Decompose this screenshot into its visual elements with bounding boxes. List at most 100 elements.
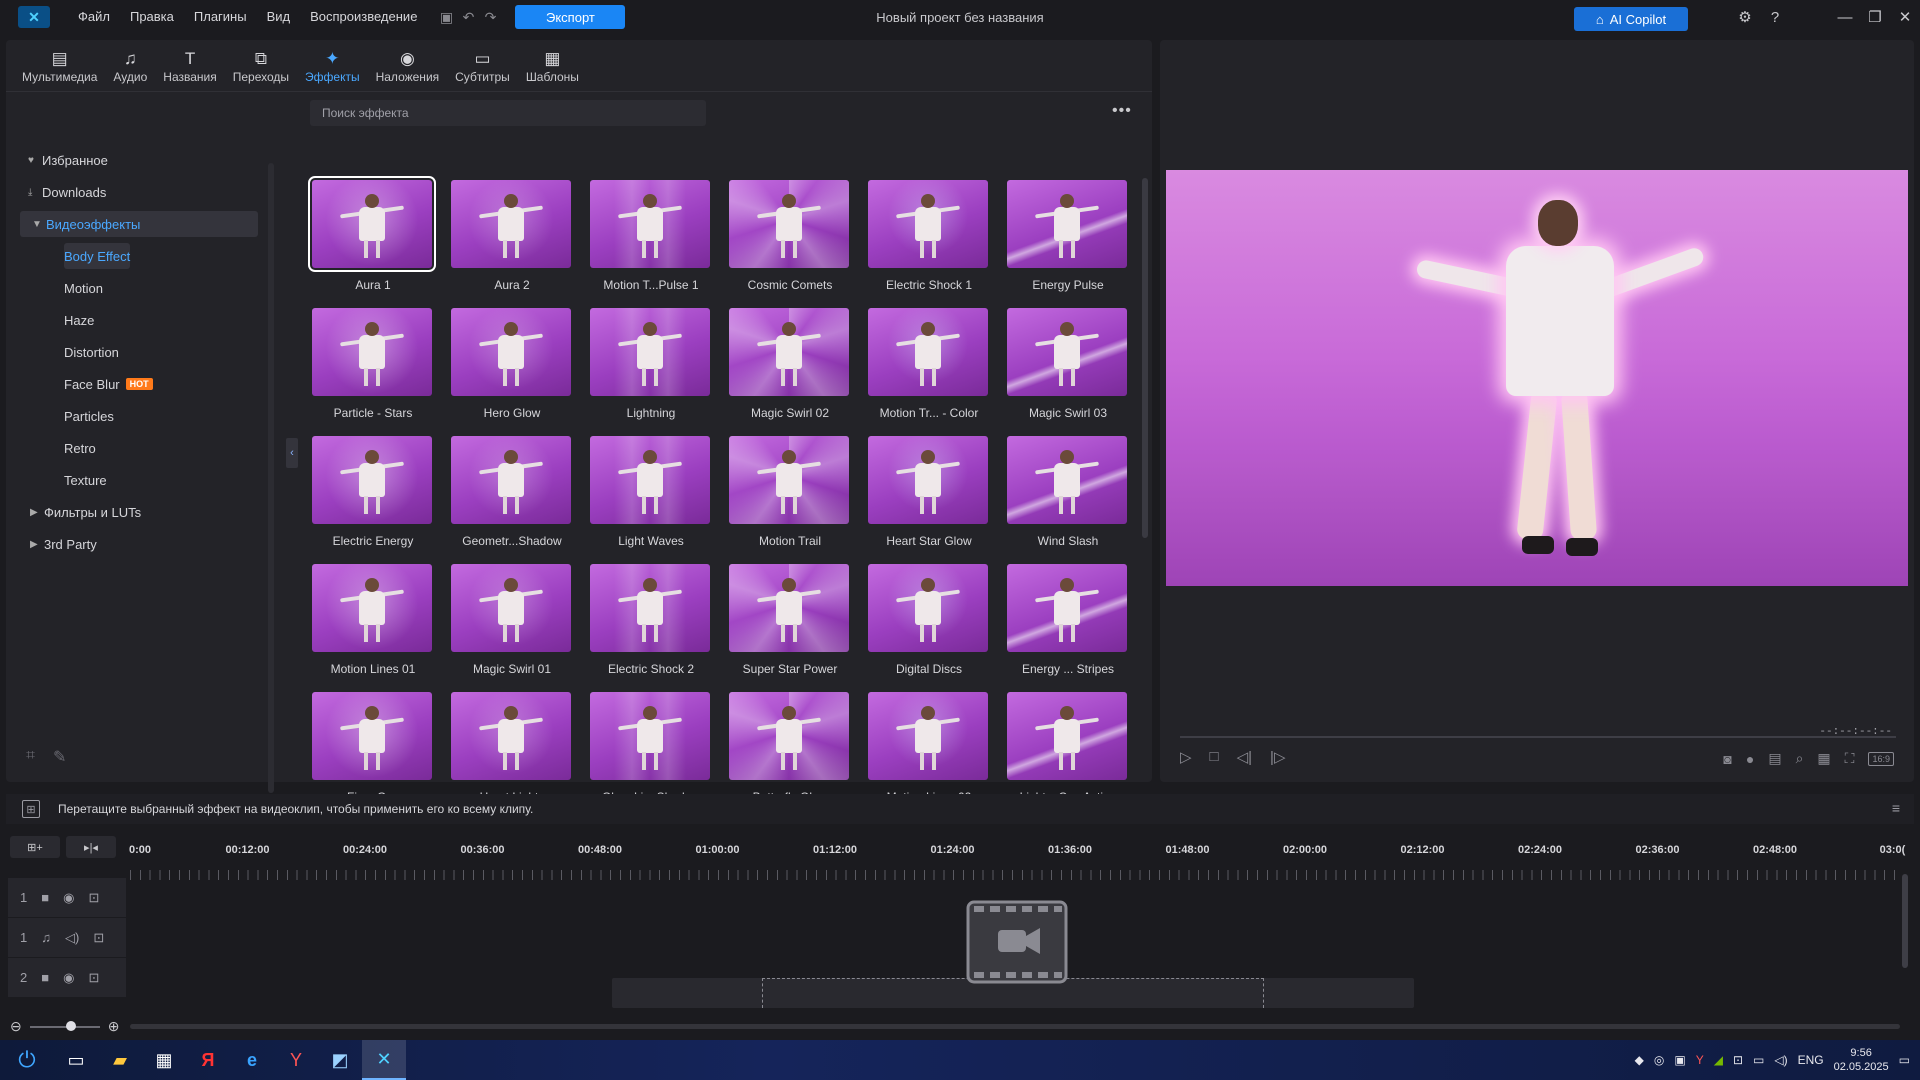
play-icon[interactable]: ▷: [1180, 748, 1192, 766]
timeline-vertical-scrollbar[interactable]: [1902, 874, 1908, 968]
store-icon[interactable]: ▦: [142, 1040, 186, 1080]
language-indicator[interactable]: ENG: [1798, 1053, 1824, 1067]
effect-card[interactable]: Butterfly Glow: [729, 692, 851, 804]
timeline-ruler[interactable]: 0:00 00:12:00 00:24:00 00:36:00 00:48:00 01:0…: [129, 834, 1905, 884]
preview-video[interactable]: [1166, 170, 1908, 586]
sidebar-sub-particles[interactable]: Particles: [64, 403, 114, 429]
tab-templates[interactable]: ▦ Шаблоны: [518, 40, 587, 91]
effect-card[interactable]: Cosmic Comets: [729, 180, 851, 292]
effect-card[interactable]: Magic Swirl 03: [1007, 308, 1129, 420]
effect-card[interactable]: Geometr...Shadow: [451, 436, 573, 548]
tray-nvidia-icon[interactable]: ◢: [1714, 1053, 1723, 1067]
settings-gear-icon[interactable]: ⚙: [1730, 0, 1760, 34]
effect-card[interactable]: Energy ... Stripes: [1007, 564, 1129, 676]
prev-frame-icon[interactable]: ◁|: [1237, 748, 1252, 766]
zoom-slider-knob[interactable]: [65, 1020, 76, 1031]
effect-card[interactable]: Hero Glow: [451, 308, 573, 420]
clock[interactable]: 9:56 02.05.2025: [1834, 1046, 1889, 1074]
tab-effects[interactable]: ✦ Эффекты: [297, 40, 368, 91]
internet-explorer-icon[interactable]: e: [230, 1040, 274, 1080]
sidebar-sub-retro[interactable]: Retro: [64, 435, 96, 461]
menu-playback[interactable]: Воспроизведение: [300, 0, 427, 34]
effect-card[interactable]: Energy Pulse: [1007, 180, 1129, 292]
ai-copilot-button[interactable]: ⌂ AI Copilot: [1574, 7, 1688, 31]
effect-card[interactable]: Heart Star Glow: [868, 436, 990, 548]
timeline-tool-icon[interactable]: ⊞: [22, 800, 40, 818]
effect-card[interactable]: Magic Swirl 01: [451, 564, 573, 676]
save-icon[interactable]: ▣: [435, 6, 457, 28]
maximize-icon[interactable]: ❐: [1860, 0, 1890, 34]
effect-card[interactable]: Electric Energy: [312, 436, 434, 548]
sidebar-sub-haze[interactable]: Haze: [64, 307, 94, 333]
sidebar-sub-distortion[interactable]: Distortion: [64, 339, 119, 365]
split-icon[interactable]: ▸|◂: [66, 836, 116, 858]
effect-card[interactable]: Super Star Power: [729, 564, 851, 676]
lock-icon[interactable]: ⊡: [88, 890, 99, 906]
help-icon[interactable]: ?: [1760, 0, 1790, 34]
effect-card[interactable]: Fiery Gas: [312, 692, 434, 804]
eye-icon[interactable]: ◉: [63, 970, 74, 986]
more-options-icon[interactable]: •••: [1112, 102, 1132, 120]
quality-icon[interactable]: ▤: [1768, 750, 1781, 767]
edit-tag-icon[interactable]: ✎: [53, 747, 66, 767]
effect-card[interactable]: Electric Shock 2: [590, 564, 712, 676]
yandex-browser-icon[interactable]: Y: [274, 1040, 318, 1080]
effect-card[interactable]: Glam Li... Shadow: [590, 692, 712, 804]
tray-gpu-icon[interactable]: ▣: [1674, 1053, 1685, 1067]
sidebar-sub-body-effect[interactable]: Body Effect: [64, 243, 131, 269]
effect-card[interactable]: Magic Swirl 02: [729, 308, 851, 420]
next-frame-icon[interactable]: |▷: [1270, 748, 1285, 766]
minimize-icon[interactable]: —: [1830, 0, 1860, 34]
tab-titles[interactable]: T Названия: [155, 40, 224, 91]
sidebar-item-video-effects[interactable]: ▼ Видеоэффекты: [20, 211, 258, 237]
effect-card[interactable]: Motion Lines 01: [312, 564, 434, 676]
eye-icon[interactable]: ◉: [63, 890, 74, 906]
collapse-sidebar-chevron-icon[interactable]: ‹: [286, 438, 298, 468]
aspect-ratio-button[interactable]: 16:9: [1868, 751, 1894, 766]
tray-network-icon[interactable]: ◎: [1654, 1053, 1664, 1067]
zoom-slider[interactable]: [29, 1020, 100, 1031]
redo-icon[interactable]: ↷: [479, 6, 501, 28]
tray-yandex-icon[interactable]: Y: [1696, 1053, 1704, 1067]
effect-card[interactable]: Electric Shock 1: [868, 180, 990, 292]
effect-card[interactable]: Motion Tr... - Color: [868, 308, 990, 420]
file-explorer-icon[interactable]: ▰: [98, 1040, 142, 1080]
effect-card[interactable]: Light Waves: [590, 436, 712, 548]
close-icon[interactable]: ✕: [1890, 0, 1920, 34]
timeline-horizontal-scrollbar[interactable]: [130, 1024, 1900, 1029]
notes-app-icon[interactable]: ◩: [318, 1040, 362, 1080]
sidebar-item-favorites[interactable]: ♥ Избранное: [28, 147, 108, 173]
add-track-icon[interactable]: ⊞+: [10, 836, 60, 858]
tray-volume-icon[interactable]: ◁): [1774, 1053, 1787, 1067]
video-editor-app-icon[interactable]: ✕: [362, 1040, 406, 1080]
add-tag-icon[interactable]: ⌗: [26, 747, 35, 767]
sidebar-scrollbar[interactable]: [268, 163, 274, 793]
zoom-out-icon[interactable]: ⊖: [10, 1018, 22, 1035]
tray-security-icon[interactable]: ⊡: [1733, 1053, 1743, 1067]
sidebar-item-downloads[interactable]: ⤓ Downloads: [28, 179, 106, 205]
lock-icon[interactable]: ⊡: [88, 970, 99, 986]
effect-card[interactable]: Particle - Stars: [312, 308, 434, 420]
effect-card[interactable]: Lights, C..., Action: [1007, 692, 1129, 804]
power-start-icon[interactable]: ⏻: [0, 1040, 54, 1080]
zoom-preview-icon[interactable]: ⌕: [1796, 750, 1804, 767]
record-voice-icon[interactable]: ●: [1746, 751, 1754, 767]
undo-icon[interactable]: ↶: [457, 6, 479, 28]
layout-icon[interactable]: ▦: [1817, 750, 1830, 767]
tab-overlays[interactable]: ◉ Наложения: [368, 40, 448, 91]
playback-progress-bar[interactable]: [1180, 736, 1896, 738]
lock-icon[interactable]: ⊡: [93, 930, 104, 946]
tab-transitions[interactable]: ⧉ Переходы: [225, 40, 297, 91]
effect-card[interactable]: Aura 1: [308, 176, 436, 292]
sidebar-sub-motion[interactable]: Motion: [64, 275, 103, 301]
export-button[interactable]: Экспорт: [515, 5, 626, 29]
desktop-icon[interactable]: ▭: [54, 1040, 98, 1080]
tab-subtitles[interactable]: ▭ Субтитры: [447, 40, 518, 91]
effect-card[interactable]: Motion Trail: [729, 436, 851, 548]
effect-card[interactable]: Aura 2: [451, 180, 573, 292]
sidebar-item-3rd-party[interactable]: ▶ 3rd Party: [30, 531, 97, 557]
menu-plugins[interactable]: Плагины: [184, 0, 257, 34]
yandex-icon[interactable]: Я: [186, 1040, 230, 1080]
effect-search-input[interactable]: [310, 100, 706, 126]
effects-scrollbar[interactable]: [1142, 178, 1148, 538]
